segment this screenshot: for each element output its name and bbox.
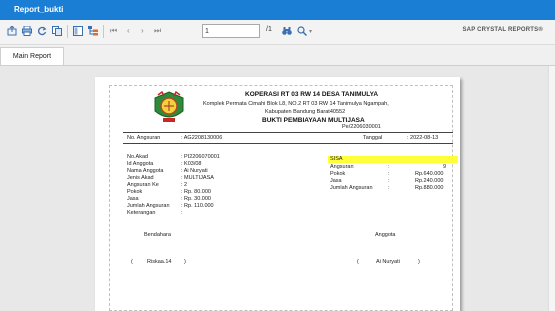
page-total: /1: [266, 26, 272, 33]
field-value: : K03/08: [181, 161, 202, 167]
header-divider-top: [123, 132, 453, 133]
report-viewer: KOPERASI RT 03 RW 14 DESA TANIMULYA Komp…: [0, 66, 550, 311]
sisa-field-value: Rp.640.000: [415, 171, 444, 177]
field-value: : Rp. 80.000: [181, 189, 211, 195]
paren-close: ): [418, 259, 420, 265]
brand-label: SAP CRYSTAL REPORTS®: [462, 27, 543, 33]
sisa-highlight: [328, 156, 458, 163]
last-page-icon[interactable]: ⏭: [154, 26, 161, 36]
field-label: Pokok: [127, 189, 143, 195]
org-address-line2: Kabupaten Bandung Barat40552: [265, 109, 346, 115]
document-number: Pe/2206030001: [342, 124, 381, 130]
sisa-field-label: Pokok: [330, 171, 346, 177]
field-label: Keterangan: [127, 210, 156, 216]
binoculars-icon[interactable]: [282, 26, 292, 36]
sisa-field-value: Rp.880.000: [415, 185, 444, 191]
field-value: : MULTIJASA: [181, 175, 214, 181]
tanggal-value: : 2022-08-13: [407, 135, 439, 141]
tab-main-report[interactable]: Main Report: [0, 47, 64, 65]
toolbar: ⏮ ‹ › ⏭ 1 /1 ▾ SAP CRYSTAL REPORTS®: [0, 20, 555, 45]
toolbar-separator: [103, 25, 104, 38]
sisa-field-colon: :: [388, 178, 390, 184]
report-page: KOPERASI RT 03 RW 14 DESA TANIMULYA Komp…: [95, 77, 460, 311]
toggle-tree-icon[interactable]: [73, 26, 83, 36]
next-page-icon[interactable]: ›: [141, 26, 144, 35]
tanggal-label: Tanggal: [363, 135, 383, 141]
no-angsuran-value: : AG2208130006: [181, 135, 223, 141]
field-label: Jasa: [127, 196, 139, 202]
field-label: Jumlah Angsuran: [127, 203, 170, 209]
paren-open: (: [357, 259, 359, 265]
field-value: : Ai Nuryati: [181, 168, 208, 174]
sisa-field-value: Rp.240.000: [415, 178, 444, 184]
org-address-line1: Komplek Permata Cimahi Blok L8, NO.2 RT …: [203, 101, 389, 107]
title-bar: Report_bukti: [0, 0, 555, 20]
page-number-input[interactable]: 1: [202, 24, 260, 38]
anggota-name: Ai Nuryati: [376, 259, 400, 265]
paren-open: (: [131, 259, 133, 265]
chevron-down-icon[interactable]: ▾: [309, 28, 312, 35]
sisa-field-colon: :: [388, 185, 390, 191]
sisa-field-label: Angsuran: [330, 164, 354, 170]
export-icon[interactable]: [7, 25, 17, 36]
sisa-field-colon: :: [388, 171, 390, 177]
sisa-field-label: Jasa: [330, 178, 342, 184]
field-label: No.Akad: [127, 154, 149, 160]
field-value: :: [181, 210, 183, 216]
field-label: Angsuran Ke: [127, 182, 159, 188]
sisa-label: SISA: [330, 156, 343, 162]
first-page-icon[interactable]: ⏮: [110, 26, 117, 36]
bendahara-name: Riskaa.14: [147, 259, 172, 265]
cooperative-logo: [150, 89, 188, 125]
vertical-scrollbar[interactable]: [548, 66, 555, 311]
field-value: : Rp. 110.000: [181, 203, 214, 209]
refresh-icon[interactable]: [37, 26, 47, 36]
anggota-label: Anggota: [375, 232, 396, 238]
window-title: Report_bukti: [14, 5, 64, 14]
field-label: Nama Anggota: [127, 168, 164, 174]
print-icon[interactable]: [22, 25, 32, 36]
field-value: : PI2206070001: [181, 154, 220, 160]
field-value: : 2: [181, 182, 188, 188]
bendahara-label: Bendahara: [144, 232, 171, 238]
field-label: Jenis Akad: [127, 175, 154, 181]
copy-icon[interactable]: [52, 26, 62, 36]
sisa-field-value: 9: [443, 164, 447, 170]
paren-close: ): [184, 259, 186, 265]
document-title: BUKTI PEMBIAYAAN MULTIJASA: [262, 117, 365, 124]
group-tree-icon[interactable]: [88, 26, 98, 36]
toolbar-separator: [67, 25, 68, 38]
field-label: Id Anggota: [127, 161, 154, 167]
field-value: : Rp. 30.000: [181, 196, 211, 202]
sisa-field-label: Jumlah Angsuran: [330, 185, 373, 191]
sisa-field-colon: :: [388, 164, 390, 170]
no-angsuran-label: No. Angsuran: [127, 135, 161, 141]
zoom-icon[interactable]: [297, 26, 308, 37]
org-name: KOPERASI RT 03 RW 14 DESA TANIMULYA: [245, 91, 379, 98]
header-divider-bottom: [123, 143, 453, 144]
tab-bar: Main Report: [0, 45, 555, 66]
prev-page-icon[interactable]: ‹: [127, 26, 130, 35]
